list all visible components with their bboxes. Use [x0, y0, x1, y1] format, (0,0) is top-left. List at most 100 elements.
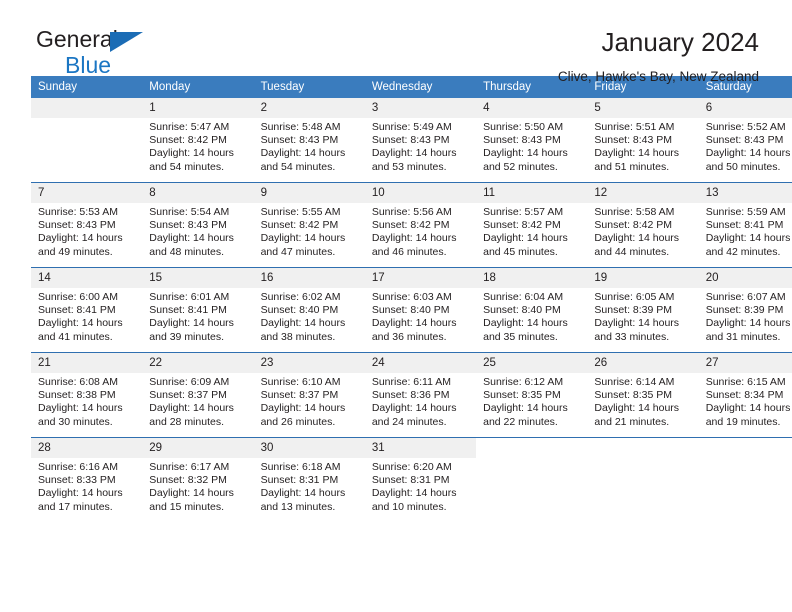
calendar-day-cell[interactable]: 20 Sunrise: 6:07 AM Sunset: 8:39 PM Dayligh… — [698, 267, 792, 353]
daylight-line: and 33 minutes. — [594, 330, 670, 343]
day-number: 17 — [364, 268, 477, 288]
calendar-day-cell[interactable]: 1 Sunrise: 5:47 AM Sunset: 8:42 PM Daylight… — [142, 98, 254, 183]
day-sun-info: Sunrise: 6:05 AM Sunset: 8:39 PM Daylight:… — [587, 288, 698, 344]
day-sun-info: Sunrise: 6:09 AM Sunset: 8:37 PM Daylight:… — [142, 373, 253, 429]
calendar-day-cell[interactable]: 4 Sunrise: 5:50 AM Sunset: 8:43 PM Daylight… — [476, 98, 588, 183]
sunrise-line: Sunrise: 5:53 AM — [38, 206, 118, 218]
calendar-day-cell[interactable]: 28 Sunrise: 6:16 AM Sunset: 8:33 PM Dayligh… — [31, 437, 143, 522]
calendar-day-cell[interactable]: 18 Sunrise: 6:04 AM Sunset: 8:40 PM Dayligh… — [476, 267, 588, 353]
sunrise-line: Sunrise: 6:14 AM — [594, 376, 675, 388]
calendar-day-cell[interactable]: 10 Sunrise: 5:56 AM Sunset: 8:42 PM Dayligh… — [364, 182, 477, 268]
daylight-line: and 47 minutes. — [260, 245, 336, 258]
sunset-line: Sunset: 8:43 PM — [483, 134, 561, 147]
sunset-line: Sunset: 8:31 PM — [371, 474, 450, 487]
calendar-day-cell[interactable]: 22 Sunrise: 6:09 AM Sunset: 8:37 PM Dayligh… — [142, 352, 254, 438]
day-number: 22 — [142, 353, 254, 373]
daylight-line: Daylight: 14 hours — [149, 317, 234, 330]
day-number: 19 — [587, 268, 699, 288]
calendar-day-cell[interactable]: 13 Sunrise: 5:59 AM Sunset: 8:41 PM Dayligh… — [698, 182, 792, 268]
calendar-day-cell[interactable]: 30 Sunrise: 6:18 AM Sunset: 8:31 PM Dayligh… — [253, 437, 365, 522]
calendar-day-cell[interactable]: 24 Sunrise: 6:11 AM Sunset: 8:36 PM Dayligh… — [364, 352, 477, 438]
calendar-day-cell[interactable]: 21 Sunrise: 6:08 AM Sunset: 8:38 PM Dayligh… — [31, 352, 143, 438]
calendar-day-cell[interactable]: 16 Sunrise: 6:02 AM Sunset: 8:40 PM Dayligh… — [253, 267, 365, 353]
sunset-line: Sunset: 8:35 PM — [594, 389, 673, 402]
calendar-week-row: 28 Sunrise: 6:16 AM Sunset: 8:33 PM Dayligh… — [31, 437, 792, 522]
day-number: 7 — [31, 183, 143, 203]
calendar-day-cell[interactable]: 5 Sunrise: 5:51 AM Sunset: 8:43 PM Daylight… — [587, 98, 699, 183]
sunset-line: Sunset: 8:34 PM — [705, 389, 784, 402]
daylight-line: Daylight: 14 hours — [371, 487, 457, 500]
calendar-day-cell[interactable]: 7 Sunrise: 5:53 AM Sunset: 8:43 PM Daylight… — [31, 182, 143, 268]
sunset-line: Sunset: 8:43 PM — [260, 134, 339, 147]
sunset-line: Sunset: 8:41 PM — [38, 304, 116, 317]
daylight-line: Daylight: 14 hours — [371, 147, 457, 160]
calendar-day-cell[interactable]: 26 Sunrise: 6:14 AM Sunset: 8:35 PM Dayligh… — [587, 352, 699, 438]
day-number: 25 — [476, 353, 588, 373]
daylight-line: and 51 minutes. — [594, 160, 670, 173]
sunrise-line: Sunrise: 5:50 AM — [483, 121, 564, 133]
daylight-line: and 17 minutes. — [38, 500, 113, 513]
sunrise-line: Sunrise: 6:03 AM — [371, 291, 452, 303]
daylight-line: and 44 minutes. — [594, 245, 670, 258]
calendar-day-cell[interactable]: 12 Sunrise: 5:58 AM Sunset: 8:42 PM Dayligh… — [587, 182, 699, 268]
calendar-day-cell[interactable]: 17 Sunrise: 6:03 AM Sunset: 8:40 PM Dayligh… — [364, 267, 477, 353]
calendar-day-cell[interactable]: 15 Sunrise: 6:01 AM Sunset: 8:41 PM Dayligh… — [142, 267, 254, 353]
daylight-line: Daylight: 14 hours — [705, 402, 791, 415]
page-header: General Blue January 2024 Clive, Hawke's… — [31, 0, 761, 84]
sunset-line: Sunset: 8:39 PM — [594, 304, 673, 317]
daylight-line: Daylight: 14 hours — [149, 147, 234, 160]
daylight-line: and 24 minutes. — [371, 415, 447, 428]
calendar-day-cell[interactable]: 6 Sunrise: 5:52 AM Sunset: 8:43 PM Daylight… — [698, 98, 792, 183]
sunset-line: Sunset: 8:42 PM — [371, 219, 450, 232]
calendar-day-cell[interactable]: 19 Sunrise: 6:05 AM Sunset: 8:39 PM Dayligh… — [587, 267, 699, 353]
calendar-day-cell[interactable]: 9 Sunrise: 5:55 AM Sunset: 8:42 PM Daylight… — [253, 182, 365, 268]
calendar-day-cell[interactable]: 27 Sunrise: 6:15 AM Sunset: 8:34 PM Dayligh… — [698, 352, 792, 438]
daylight-line: and 36 minutes. — [371, 330, 447, 343]
calendar-day-cell[interactable]: 11 Sunrise: 5:57 AM Sunset: 8:42 PM Dayligh… — [476, 182, 588, 268]
sunrise-line: Sunrise: 5:49 AM — [371, 121, 452, 133]
day-sun-info: Sunrise: 5:52 AM Sunset: 8:43 PM Daylight:… — [699, 118, 792, 174]
sunset-line: Sunset: 8:39 PM — [705, 304, 784, 317]
day-number: 28 — [31, 438, 143, 458]
sunrise-line: Sunrise: 6:11 AM — [371, 376, 452, 388]
calendar-day-cell[interactable]: 3 Sunrise: 5:49 AM Sunset: 8:43 PM Daylight… — [364, 98, 477, 183]
calendar-empty-cell — [31, 98, 143, 183]
daylight-line: and 49 minutes. — [38, 245, 113, 258]
sun-times-calendar: Sunday Monday Tuesday Wednesday Thursday Frid… — [31, 76, 792, 522]
day-number: 9 — [253, 183, 365, 203]
calendar-day-cell[interactable]: 29 Sunrise: 6:17 AM Sunset: 8:32 PM Dayligh… — [142, 437, 254, 522]
day-sun-info: Sunrise: 5:49 AM Sunset: 8:43 PM Daylight:… — [365, 118, 476, 174]
calendar-day-cell[interactable]: 2 Sunrise: 5:48 AM Sunset: 8:43 PM Daylight… — [253, 98, 365, 183]
day-sun-info: Sunrise: 6:04 AM Sunset: 8:40 PM Daylight:… — [476, 288, 587, 344]
day-number: 11 — [476, 183, 588, 203]
daylight-line: Daylight: 14 hours — [483, 232, 568, 245]
sunset-line: Sunset: 8:43 PM — [705, 134, 784, 147]
day-sun-info: Sunrise: 5:59 AM Sunset: 8:41 PM Daylight:… — [699, 203, 792, 259]
sunrise-line: Sunrise: 6:01 AM — [149, 291, 230, 303]
daylight-line: and 39 minutes. — [149, 330, 224, 343]
day-number: 30 — [253, 438, 365, 458]
sunrise-line: Sunrise: 5:56 AM — [371, 206, 452, 218]
sunrise-line: Sunrise: 5:58 AM — [594, 206, 675, 218]
sunset-line: Sunset: 8:37 PM — [149, 389, 227, 402]
calendar-week-row: 14 Sunrise: 6:00 AM Sunset: 8:41 PM Dayligh… — [31, 267, 792, 353]
sunrise-line: Sunrise: 6:05 AM — [594, 291, 675, 303]
daylight-line: and 45 minutes. — [483, 245, 558, 258]
calendar-day-cell[interactable]: 8 Sunrise: 5:54 AM Sunset: 8:43 PM Daylight… — [142, 182, 254, 268]
day-number: 2 — [253, 98, 365, 118]
calendar-body: 1 Sunrise: 5:47 AM Sunset: 8:42 PM Daylight… — [31, 98, 792, 522]
calendar-day-cell[interactable]: 14 Sunrise: 6:00 AM Sunset: 8:41 PM Dayligh… — [31, 267, 143, 353]
day-sun-info: Sunrise: 6:20 AM Sunset: 8:31 PM Daylight:… — [365, 458, 476, 514]
daylight-line: and 13 minutes. — [260, 500, 336, 513]
calendar-empty-cell — [476, 437, 588, 522]
sunset-line: Sunset: 8:36 PM — [371, 389, 450, 402]
day-number: 1 — [142, 98, 254, 118]
calendar-day-cell[interactable]: 23 Sunrise: 6:10 AM Sunset: 8:37 PM Dayligh… — [253, 352, 365, 438]
calendar-day-cell[interactable]: 31 Sunrise: 6:20 AM Sunset: 8:31 PM Dayligh… — [364, 437, 477, 522]
daylight-line: Daylight: 14 hours — [594, 232, 680, 245]
calendar-week-row: 7 Sunrise: 5:53 AM Sunset: 8:43 PM Daylight… — [31, 182, 792, 268]
day-number: 12 — [587, 183, 699, 203]
calendar-day-cell[interactable]: 25 Sunrise: 6:12 AM Sunset: 8:35 PM Dayligh… — [476, 352, 588, 438]
sunset-line: Sunset: 8:37 PM — [260, 389, 339, 402]
day-number: 24 — [364, 353, 477, 373]
